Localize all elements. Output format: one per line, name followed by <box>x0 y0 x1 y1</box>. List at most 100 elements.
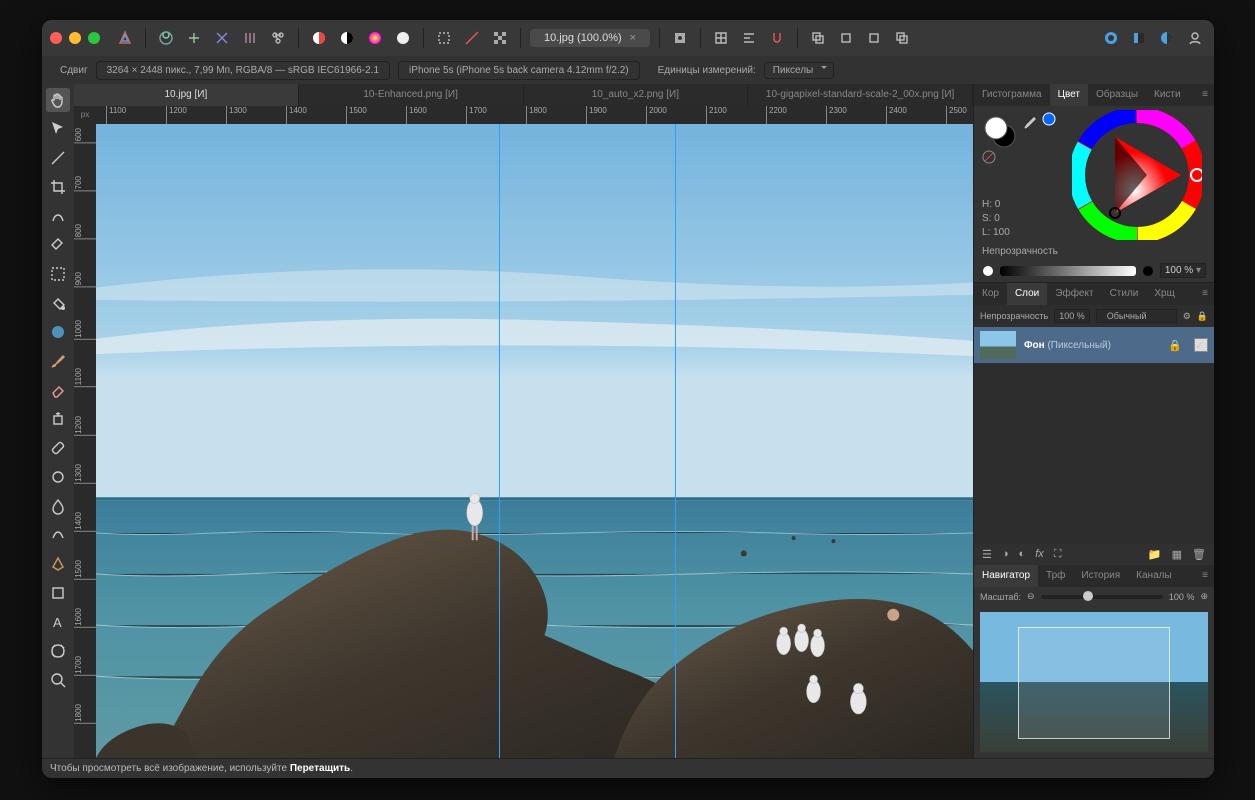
document-tab[interactable]: 10-gigapixel-standard-scale-2_00x.png [И… <box>748 84 973 106</box>
vertical-guide[interactable] <box>499 124 500 758</box>
navigator-tab[interactable]: Навигатор <box>974 565 1038 587</box>
zoom-window-button[interactable] <box>88 32 100 44</box>
navigator-viewport-frame[interactable] <box>1018 627 1170 739</box>
document-tab[interactable]: 10.jpg [И] <box>74 84 299 106</box>
secondary-color-dot[interactable] <box>1042 112 1056 129</box>
color-wheel[interactable] <box>1072 110 1202 243</box>
vertical-guide[interactable] <box>675 124 676 758</box>
layer-opacity-value[interactable]: 100 % <box>1054 309 1090 323</box>
arrange-back-button[interactable] <box>807 27 829 49</box>
layers-tab[interactable]: Слои <box>1007 283 1047 305</box>
arrange-front-button[interactable] <box>891 27 913 49</box>
zoom-out-button[interactable]: ⊖ <box>1027 591 1035 602</box>
document-tab[interactable]: 10-Enhanced.png [И] <box>299 84 524 106</box>
blur-tool[interactable] <box>46 494 70 518</box>
open-file-tab[interactable]: 10.jpg (100.0%)× <box>530 29 650 47</box>
auto-colors-button[interactable] <box>364 27 386 49</box>
panel-menu-icon[interactable]: ≡ <box>1196 84 1214 106</box>
add-layer-icon[interactable]: ▦ <box>1172 548 1182 561</box>
stock-button[interactable] <box>1156 27 1178 49</box>
quickmask-button[interactable] <box>1100 27 1122 49</box>
clone-tool[interactable] <box>46 407 70 431</box>
paint-brush-tool[interactable] <box>46 349 70 373</box>
color-well[interactable] <box>982 114 1018 153</box>
crop-icon[interactable]: ⛶ <box>1054 548 1062 561</box>
marquee-tool[interactable] <box>46 262 70 286</box>
gradient-tool[interactable] <box>46 320 70 344</box>
gear-icon[interactable]: ⚙ <box>1183 311 1191 322</box>
selection-brush-tool[interactable] <box>46 204 70 228</box>
pen-tool[interactable] <box>46 552 70 576</box>
color-picker-tool[interactable] <box>46 146 70 170</box>
panel-menu-icon[interactable]: ≡ <box>1196 565 1214 587</box>
delete-layer-icon[interactable]: 🗑 <box>1192 548 1206 561</box>
styles-tab[interactable]: Стили <box>1102 283 1147 305</box>
effects-tab[interactable]: Эффект <box>1047 283 1101 305</box>
layer-row[interactable]: Фон (Пиксельный) 🔒 ✓ <box>974 327 1214 363</box>
histogram-tab[interactable]: Гистограмма <box>974 84 1050 106</box>
blend-mode-select[interactable]: Обычный <box>1096 309 1177 323</box>
arrange-backward-button[interactable] <box>835 27 857 49</box>
hand-tool[interactable] <box>46 88 70 112</box>
shape-tool[interactable] <box>46 581 70 605</box>
transform-tab[interactable]: Трф <box>1038 565 1073 587</box>
mesh-tool[interactable] <box>46 639 70 663</box>
opacity-value[interactable]: 100 % <box>1160 263 1206 278</box>
canvas[interactable] <box>96 124 973 758</box>
zoom-slider[interactable] <box>1041 595 1163 599</box>
history-tab[interactable]: История <box>1073 565 1128 587</box>
eyedropper-icon[interactable] <box>1022 114 1038 133</box>
mask-icon[interactable]: ◑ <box>1002 548 1009 561</box>
text-tool[interactable]: A <box>46 610 70 634</box>
zoom-value[interactable]: 100 % <box>1169 592 1195 602</box>
checker-tool-button[interactable] <box>489 27 511 49</box>
smudge-tool[interactable] <box>46 523 70 547</box>
adjustments-tab[interactable]: Кор <box>974 283 1007 305</box>
layer-visibility-checkbox[interactable]: ✓ <box>1194 338 1208 352</box>
move-tool[interactable] <box>46 117 70 141</box>
fx-icon[interactable]: fx <box>1035 548 1044 561</box>
line-tool-button[interactable] <box>461 27 483 49</box>
zoom-tool[interactable] <box>46 668 70 692</box>
layers-stack-icon[interactable]: ☰ <box>982 548 992 561</box>
panel-menu-icon[interactable]: ≡ <box>1196 283 1214 305</box>
none-color-icon[interactable] <box>982 150 996 167</box>
channels-tab[interactable]: Каналы <box>1128 565 1180 587</box>
swatches-tab[interactable]: Образцы <box>1088 84 1146 106</box>
fill-tool[interactable] <box>46 291 70 315</box>
horizontal-ruler[interactable]: 1100120013001400150016001700180019002000… <box>96 106 973 124</box>
arrange-forward-button[interactable] <box>863 27 885 49</box>
persona-develop-button[interactable] <box>211 27 233 49</box>
preview-mode-button[interactable] <box>669 27 691 49</box>
brushes2-tab[interactable]: Хрщ <box>1146 283 1182 305</box>
minimize-window-button[interactable] <box>69 32 81 44</box>
close-file-icon[interactable]: × <box>630 32 636 44</box>
brushes-tab[interactable]: Кисти <box>1146 84 1189 106</box>
lock-icon[interactable]: 🔒 <box>1197 311 1208 322</box>
crop-tool[interactable] <box>46 175 70 199</box>
dodge-tool[interactable] <box>46 465 70 489</box>
auto-wb-button[interactable] <box>392 27 414 49</box>
zoom-in-button[interactable]: ⊕ <box>1200 591 1208 602</box>
vertical-ruler[interactable]: 6007008009001000110012001300140015001600… <box>74 124 96 758</box>
auto-levels-button[interactable] <box>308 27 330 49</box>
erase-tool[interactable] <box>46 378 70 402</box>
close-window-button[interactable] <box>50 32 62 44</box>
units-select[interactable]: Пикселы <box>764 62 835 79</box>
folder-icon[interactable]: 📁 <box>1148 548 1162 561</box>
account-button[interactable] <box>1184 27 1206 49</box>
alignment-button[interactable] <box>738 27 760 49</box>
adjust-icon[interactable]: ◐ <box>1019 548 1026 561</box>
document-tab[interactable]: 10_auto_x2.png [И] <box>524 84 749 106</box>
auto-contrast-button[interactable] <box>336 27 358 49</box>
assistant-button[interactable] <box>1128 27 1150 49</box>
marquee-tool-button[interactable] <box>433 27 455 49</box>
opacity-slider[interactable] <box>1000 266 1136 276</box>
navigator-thumbnail[interactable] <box>980 612 1208 752</box>
flood-select-tool[interactable] <box>46 233 70 257</box>
color-tab[interactable]: Цвет <box>1050 84 1088 106</box>
persona-export-button[interactable] <box>267 27 289 49</box>
layer-lock-icon[interactable]: 🔒 <box>1168 339 1182 352</box>
persona-photo-button[interactable] <box>155 27 177 49</box>
healing-tool[interactable] <box>46 436 70 460</box>
